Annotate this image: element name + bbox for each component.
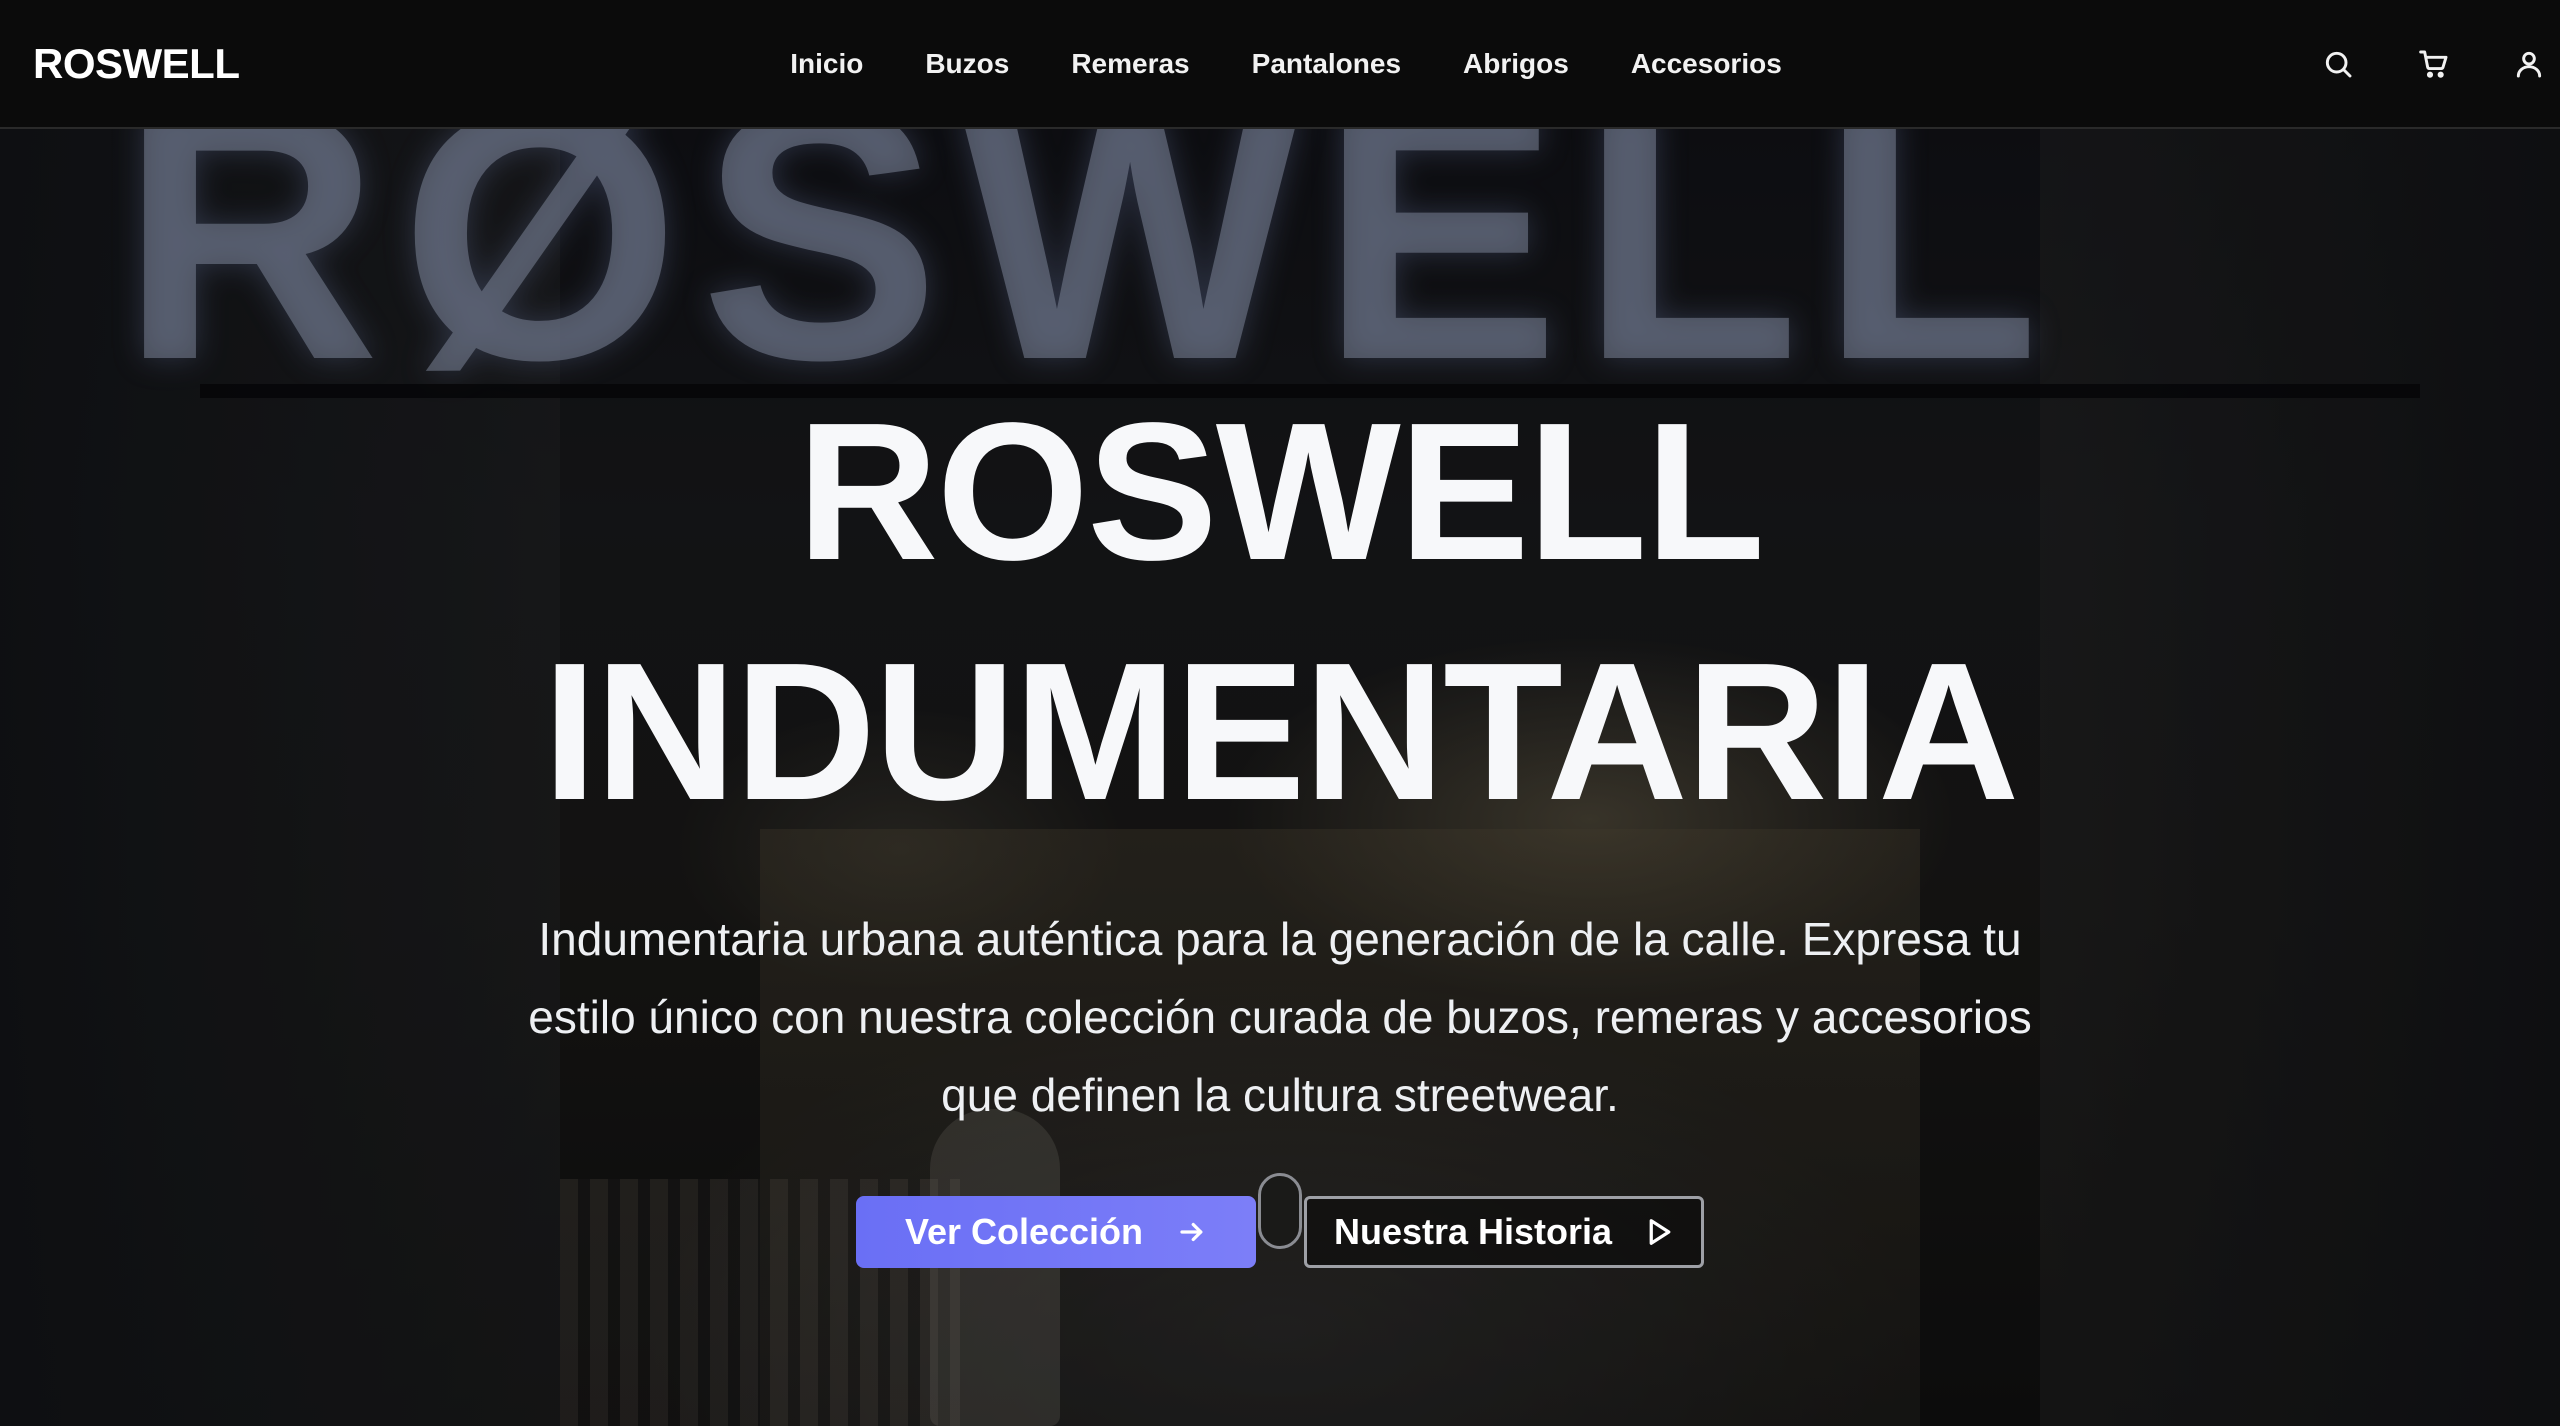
scroll-indicator[interactable] (1258, 1173, 1302, 1249)
nav-link-abrigos[interactable]: Abrigos (1463, 40, 1569, 88)
our-story-label: Nuestra Historia (1333, 1211, 1613, 1252)
hero-title-line-1: ROSWELL (797, 382, 1765, 601)
search-icon[interactable] (2314, 40, 2362, 88)
arrow-right-icon (1180, 1222, 1203, 1242)
view-collection-label: Ver Colección (904, 1211, 1144, 1252)
cart-icon[interactable] (2410, 40, 2458, 88)
hero-title-line-2: INDUMENTARIA (542, 622, 2020, 841)
hero-section: RØSWELL ROSWELL INDUMENTARIA Indumentari… (0, 129, 2560, 1426)
our-story-button[interactable]: Nuestra Historia (1304, 1196, 1704, 1268)
hero-subtitle: Indumentaria urbana auténtica para la ge… (528, 913, 2032, 1121)
top-navbar: ROSWELL Inicio Buzos Remeras Pantalones … (0, 0, 2560, 129)
play-icon (1649, 1219, 1671, 1245)
page: ROSWELL Inicio Buzos Remeras Pantalones … (0, 0, 2560, 1426)
nav-link-remeras[interactable]: Remeras (1071, 40, 1189, 88)
nav-actions (2310, 40, 2560, 88)
nav-link-accesorios[interactable]: Accesorios (1631, 40, 1782, 88)
main-nav: Inicio Buzos Remeras Pantalones Abrigos … (0, 40, 2560, 88)
nav-link-inicio[interactable]: Inicio (790, 40, 863, 88)
nav-link-buzos[interactable]: Buzos (925, 40, 1009, 88)
view-collection-button[interactable]: Ver Colección (856, 1196, 1256, 1268)
nav-link-pantalones[interactable]: Pantalones (1252, 40, 1401, 88)
user-icon[interactable] (2505, 40, 2553, 88)
